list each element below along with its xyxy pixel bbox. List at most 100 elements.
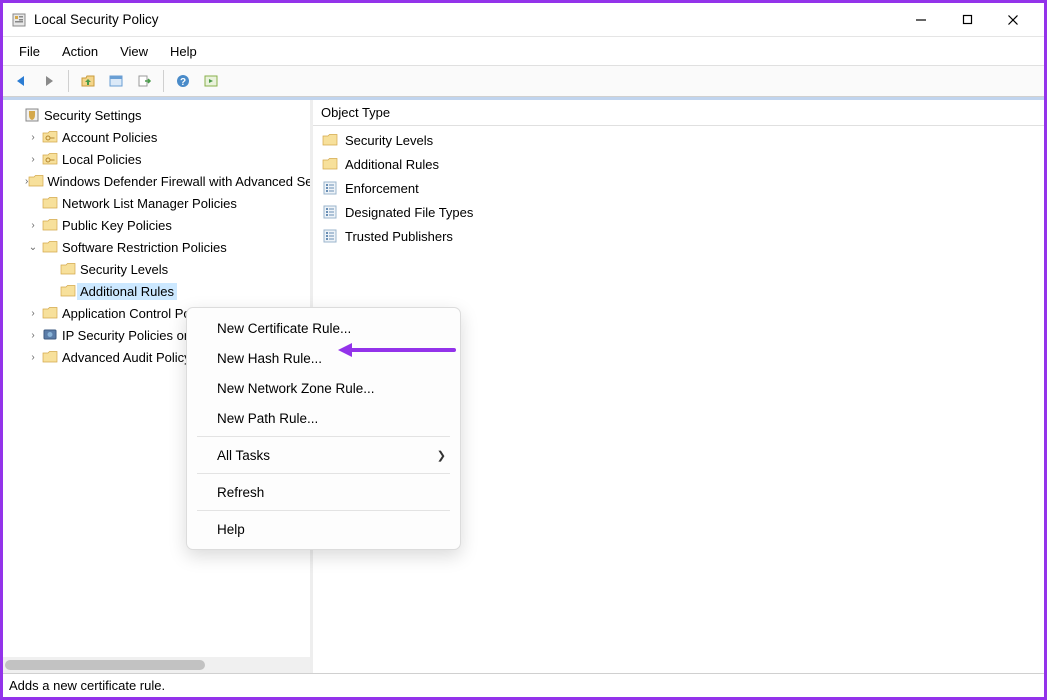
expander-icon[interactable]: › <box>25 308 41 319</box>
tree-label: Software Restriction Policies <box>59 239 230 256</box>
back-button[interactable] <box>9 69 33 93</box>
tree-label: Additional Rules <box>77 283 177 300</box>
help-button[interactable]: ? <box>171 69 195 93</box>
tree-item[interactable]: Network List Manager Policies <box>3 192 310 214</box>
expander-icon[interactable]: › <box>25 352 41 363</box>
list-item[interactable]: Security Levels <box>317 128 1040 152</box>
context-menu-label: New Network Zone Rule... <box>217 381 375 396</box>
window-title: Local Security Policy <box>34 12 898 27</box>
context-menu-separator <box>197 436 450 437</box>
minimize-button[interactable] <box>898 3 944 37</box>
menubar: File Action View Help <box>3 37 1044 65</box>
folder-key-icon <box>41 151 59 167</box>
tree-item[interactable]: › Public Key Policies <box>3 214 310 236</box>
maximize-button[interactable] <box>944 3 990 37</box>
close-button[interactable] <box>990 3 1036 37</box>
list-item-label: Enforcement <box>345 181 419 196</box>
context-menu-item[interactable]: New Network Zone Rule... <box>187 373 460 403</box>
tree-item[interactable]: › Local Policies <box>3 148 310 170</box>
context-menu-item[interactable]: New Hash Rule... <box>187 343 460 373</box>
policy-item-icon <box>321 180 339 196</box>
export-button[interactable] <box>132 69 156 93</box>
expander-icon[interactable]: › <box>25 154 41 165</box>
list-item[interactable]: Trusted Publishers <box>317 224 1040 248</box>
folder-icon <box>59 283 77 299</box>
statusbar-text: Adds a new certificate rule. <box>9 678 165 693</box>
folder-icon <box>41 305 59 321</box>
tree-item[interactable]: › Account Policies <box>3 126 310 148</box>
scrollbar-thumb[interactable] <box>5 660 205 670</box>
toolbar-separator <box>68 70 69 92</box>
list-item[interactable]: Designated File Types <box>317 200 1040 224</box>
tree-label: Windows Defender Firewall with Advanced … <box>44 173 310 190</box>
context-menu-item[interactable]: Refresh <box>187 477 460 507</box>
tree-label: Security Levels <box>77 261 171 278</box>
context-menu-label: Refresh <box>217 485 264 500</box>
expander-icon[interactable]: › <box>25 132 41 143</box>
folder-key-icon <box>41 129 59 145</box>
tree-item[interactable]: Security Levels <box>3 258 310 280</box>
menu-help[interactable]: Help <box>160 40 207 63</box>
folder-icon <box>41 217 59 233</box>
policy-item-icon <box>321 228 339 244</box>
folder-icon <box>321 156 339 172</box>
menu-file[interactable]: File <box>9 40 50 63</box>
app-icon <box>11 12 27 28</box>
properties-button[interactable] <box>104 69 128 93</box>
svg-text:?: ? <box>180 77 186 88</box>
show-actions-button[interactable] <box>199 69 223 93</box>
list-item-label: Designated File Types <box>345 205 473 220</box>
context-menu-item[interactable]: New Certificate Rule... <box>187 313 460 343</box>
context-menu-label: All Tasks <box>217 448 270 463</box>
tree-item[interactable]: ›Windows Defender Firewall with Advanced… <box>3 170 310 192</box>
tree-hscrollbar[interactable] <box>3 657 310 673</box>
expander-icon[interactable]: › <box>25 330 41 341</box>
folder-icon <box>41 195 59 211</box>
context-menu-label: New Hash Rule... <box>217 351 322 366</box>
expander-icon[interactable]: › <box>25 220 41 231</box>
list-item-label: Trusted Publishers <box>345 229 453 244</box>
window-controls <box>898 3 1036 37</box>
policy-item-icon <box>321 204 339 220</box>
titlebar: Local Security Policy <box>3 3 1044 37</box>
context-menu-item[interactable]: All Tasks ❯ <box>187 440 460 470</box>
content-area: Security Settings›Account Policies›Local… <box>3 97 1044 673</box>
tree-root[interactable]: Security Settings <box>3 104 310 126</box>
list-column-header[interactable]: Object Type <box>313 100 1044 126</box>
context-menu-item[interactable]: New Path Rule... <box>187 403 460 433</box>
folder-icon <box>41 239 59 255</box>
context-menu: New Certificate Rule... New Hash Rule... N… <box>186 307 461 550</box>
tree-item[interactable]: Additional Rules <box>3 280 310 302</box>
list-item-label: Security Levels <box>345 133 433 148</box>
context-menu-label: New Path Rule... <box>217 411 318 426</box>
toolbar-separator <box>163 70 164 92</box>
list-item-label: Additional Rules <box>345 157 439 172</box>
tree-label: Public Key Policies <box>59 217 175 234</box>
folder-icon <box>59 261 77 277</box>
folder-icon <box>41 349 59 365</box>
menu-action[interactable]: Action <box>52 40 108 63</box>
toolbar: ? <box>3 65 1044 97</box>
folder-icon <box>28 173 44 189</box>
context-menu-label: New Certificate Rule... <box>217 321 351 336</box>
chevron-right-icon: ❯ <box>437 449 446 462</box>
tree-item[interactable]: ⌄ Software Restriction Policies <box>3 236 310 258</box>
context-menu-separator <box>197 473 450 474</box>
tree-label: Network List Manager Policies <box>59 195 240 212</box>
forward-button[interactable] <box>37 69 61 93</box>
statusbar: Adds a new certificate rule. <box>3 673 1044 697</box>
tree-label: Local Policies <box>59 151 145 168</box>
menu-view[interactable]: View <box>110 40 158 63</box>
context-menu-separator <box>197 510 450 511</box>
expander-icon[interactable]: ⌄ <box>25 242 41 253</box>
security-root-icon <box>23 107 41 123</box>
up-folder-button[interactable] <box>76 69 100 93</box>
context-menu-label: Help <box>217 522 245 537</box>
tree-label: Account Policies <box>59 129 160 146</box>
list-item[interactable]: Additional Rules <box>317 152 1040 176</box>
tree-label: Security Settings <box>41 107 145 124</box>
list-item[interactable]: Enforcement <box>317 176 1040 200</box>
ip-policy-icon <box>41 327 59 343</box>
context-menu-item[interactable]: Help <box>187 514 460 544</box>
folder-icon <box>321 132 339 148</box>
